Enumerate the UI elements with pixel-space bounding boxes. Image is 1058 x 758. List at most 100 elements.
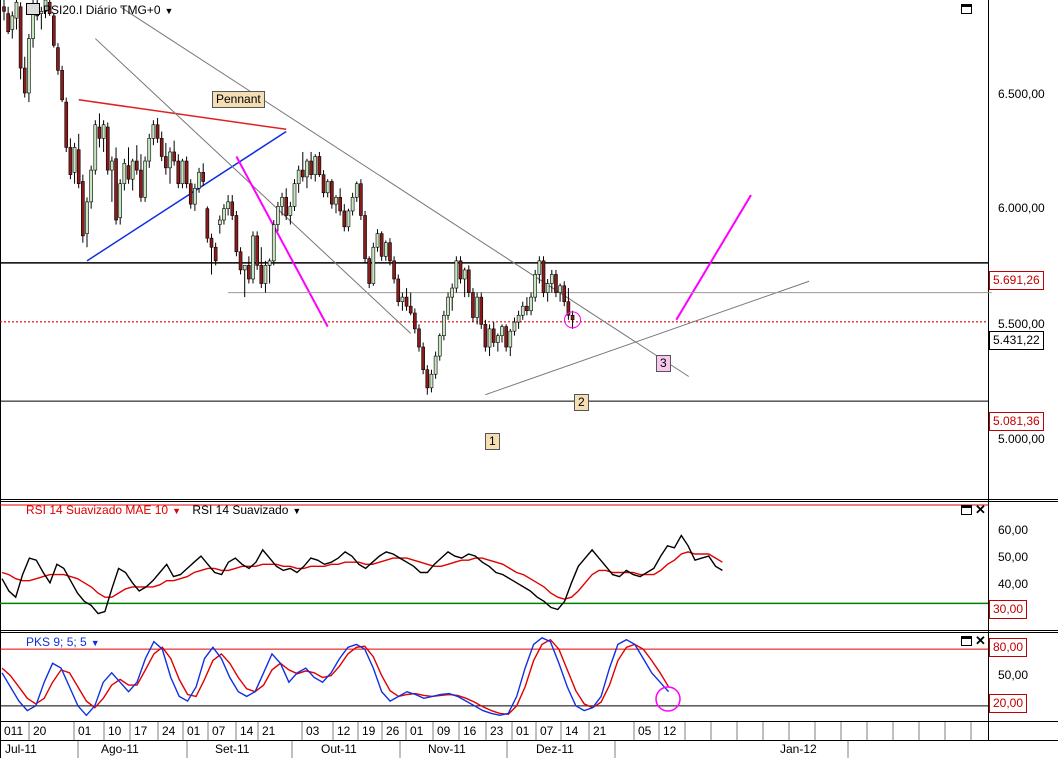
- candle-body: [354, 183, 359, 198]
- candle-body: [533, 274, 538, 298]
- chevron-down-icon[interactable]: ▼: [292, 506, 301, 516]
- candle-body: [60, 70, 64, 101]
- candle-body: [18, 6, 23, 69]
- candle-body: [471, 292, 475, 318]
- candle-body: [56, 47, 60, 71]
- candle-body: [508, 330, 513, 348]
- candle-body: [346, 210, 351, 228]
- x-day-label: 01: [78, 724, 92, 738]
- candle-body: [313, 156, 318, 175]
- x-day-label: 21: [593, 724, 607, 738]
- chart-title-text: PSI20.I Diário TMG+0: [43, 3, 161, 17]
- candle-body: [135, 160, 139, 171]
- candle-body: [159, 138, 164, 157]
- candle-body: [437, 335, 442, 357]
- candle-body: [114, 158, 118, 221]
- candle-body: [388, 242, 392, 262]
- candle-body: [255, 235, 259, 266]
- candle-body: [184, 160, 189, 185]
- candle-body: [14, 1, 19, 19]
- candle-body: [491, 328, 496, 343]
- candle-body: [305, 160, 309, 178]
- candle-body: [188, 183, 193, 205]
- candle-body: [155, 124, 160, 139]
- chevron-down-icon[interactable]: ▼: [165, 6, 174, 16]
- y-tick-label: 6.500,00: [998, 87, 1045, 101]
- candle-body: [417, 328, 421, 348]
- maximize-icon[interactable]: [961, 505, 972, 515]
- x-month-label: Ago-11: [101, 742, 139, 756]
- current-price-tag: 5.431,22: [989, 331, 1044, 350]
- candle-body: [479, 296, 484, 325]
- chart-title[interactable]: PSI20.I Diário TMG+0 ▼: [26, 3, 173, 18]
- candle-body: [27, 38, 31, 94]
- pks-title-text: PKS 9; 5; 5: [26, 635, 87, 649]
- pennant-label[interactable]: Pennant: [212, 91, 265, 108]
- chevron-down-icon[interactable]: ▼: [91, 638, 100, 648]
- x-month-label: Jan-12: [780, 742, 817, 756]
- candle-body: [193, 187, 197, 205]
- candle-body: [309, 160, 313, 175]
- candle-body: [143, 160, 147, 198]
- pks-lower-tag: 20,00: [989, 694, 1028, 713]
- x-month-label: Nov-11: [428, 742, 466, 756]
- candle-body: [330, 181, 334, 205]
- x-day-label: 05: [638, 724, 652, 738]
- candle-body: [247, 265, 251, 280]
- x-month-label: Dez-11: [536, 742, 574, 756]
- y-tick-label: 50,00: [998, 668, 1029, 682]
- candle-body: [176, 160, 181, 185]
- x-day-label: 26: [386, 724, 400, 738]
- candle-body: [172, 151, 176, 162]
- candle-body: [504, 326, 508, 348]
- candle-body: [570, 314, 575, 321]
- candle-body: [392, 260, 396, 280]
- close-icon[interactable]: ✕: [975, 503, 986, 516]
- candle-body: [342, 210, 347, 228]
- point-label-2[interactable]: 2: [574, 394, 589, 411]
- candle-body: [317, 156, 322, 175]
- candle-body: [367, 258, 372, 284]
- y-tick-label: 60,00: [998, 523, 1029, 537]
- candle-body: [292, 183, 297, 207]
- candle-body: [110, 160, 114, 171]
- x-day-label: 011: [4, 724, 24, 738]
- candle-body: [375, 233, 380, 248]
- candle-body: [483, 324, 488, 348]
- candle-body: [105, 126, 110, 171]
- candle-body: [433, 355, 438, 375]
- chart-window-icon[interactable]: [26, 3, 40, 15]
- candle-body: [442, 314, 446, 336]
- candle-body: [421, 346, 425, 371]
- close-icon[interactable]: ✕: [975, 634, 986, 647]
- maximize-icon[interactable]: [961, 636, 972, 646]
- pks-title[interactable]: PKS 9; 5; 5 ▼: [26, 635, 100, 650]
- candle-body: [284, 197, 289, 216]
- candle-body: [164, 156, 168, 169]
- candle-body: [496, 335, 500, 343]
- point-label-3[interactable]: 3: [656, 355, 671, 372]
- candle-body: [500, 326, 504, 336]
- candle-body: [396, 278, 401, 302]
- candle-body: [122, 163, 127, 185]
- candle-body: [22, 67, 27, 94]
- candle-body: [205, 208, 210, 239]
- candle-body: [126, 165, 131, 180]
- candle-body: [558, 285, 562, 293]
- x-day-label: 10: [108, 724, 122, 738]
- candle-body: [404, 296, 409, 307]
- x-day-label: 20: [33, 724, 47, 738]
- candle-body: [85, 201, 89, 234]
- point-label-1[interactable]: 1: [485, 433, 500, 450]
- maximize-icon[interactable]: [961, 4, 972, 14]
- candle-body: [51, 15, 56, 46]
- candle-body: [2, 6, 6, 12]
- rsi-level-tag: 30,00: [989, 600, 1028, 619]
- chevron-down-icon[interactable]: ▼: [172, 506, 181, 516]
- candle-body: [300, 169, 305, 178]
- candle-body: [280, 197, 284, 207]
- candle-body: [139, 169, 143, 198]
- candle-body: [554, 274, 558, 293]
- candle-body: [383, 242, 388, 257]
- rsi-title[interactable]: RSI 14 Suavizado MAE 10 ▼ RSI 14 Suavizad…: [26, 503, 301, 518]
